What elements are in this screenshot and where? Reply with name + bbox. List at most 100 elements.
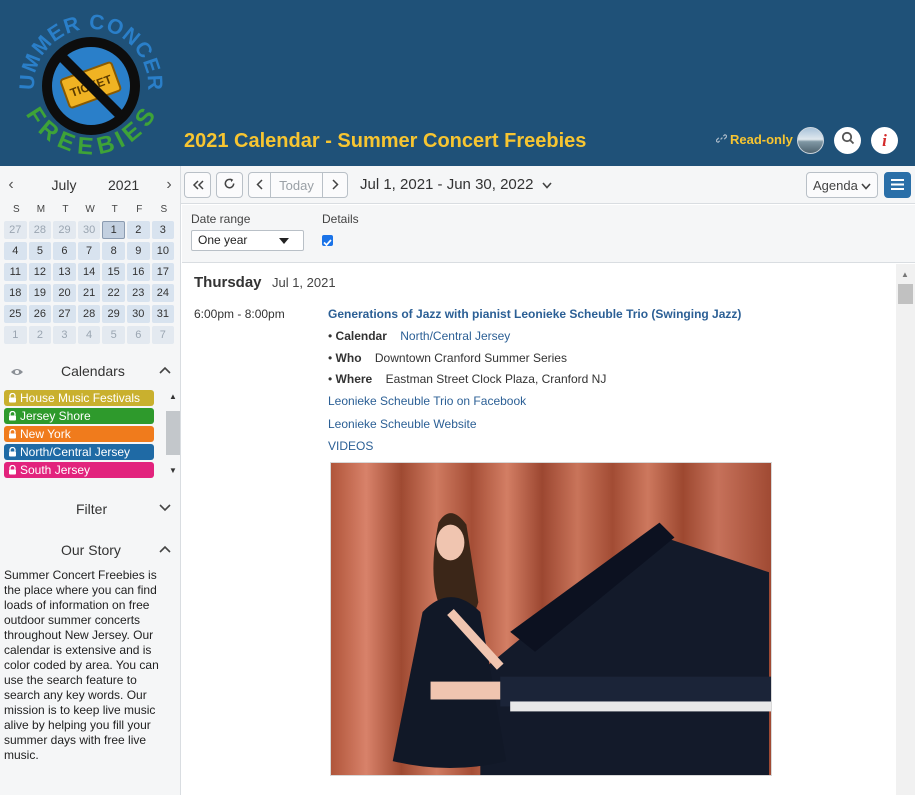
mini-calendar-day[interactable]: 9 (126, 242, 150, 260)
mini-calendar-day[interactable]: 17 (151, 263, 175, 281)
scroll-up-icon[interactable]: ▲ (169, 392, 177, 401)
date-range-dropdown[interactable]: Jul 1, 2021 - Jun 30, 2022 (360, 176, 552, 193)
agenda-day-date: Jul 1, 2021 (271, 275, 336, 290)
our-story-title: Our Story (61, 542, 121, 558)
mini-calendar-day[interactable]: 4 (4, 242, 27, 260)
mini-calendar-year[interactable]: 2021 (108, 177, 139, 193)
calendars-section-header[interactable]: Calendars (0, 360, 181, 384)
mini-calendar-day[interactable]: 12 (28, 263, 52, 281)
calendar-item[interactable]: New York (4, 426, 154, 442)
mini-calendar-day[interactable]: 30 (77, 221, 101, 239)
mini-calendar-day[interactable]: 6 (126, 326, 150, 344)
weekday-label: T (111, 204, 118, 215)
info-button[interactable]: i (871, 127, 898, 154)
weekday-header: SMTWTFS (4, 204, 176, 218)
chevron-up-icon[interactable] (159, 362, 171, 377)
mini-calendar-day[interactable]: 21 (77, 284, 101, 302)
calendar-item[interactable]: House Music Festivals (4, 390, 154, 406)
mini-calendar-day[interactable]: 28 (77, 305, 101, 323)
prev-range-button[interactable] (248, 172, 271, 198)
date-range-select[interactable]: One year (191, 230, 304, 251)
mini-calendar-day[interactable]: 3 (53, 326, 76, 344)
mini-calendar-day[interactable]: 14 (77, 263, 101, 281)
event-calendar-value[interactable]: North/Central Jersey (400, 329, 510, 343)
mini-calendar-day[interactable]: 15 (102, 263, 125, 281)
next-month-button[interactable]: › (160, 174, 178, 196)
mini-calendar-day[interactable]: 7 (77, 242, 101, 260)
today-button[interactable]: Today (270, 172, 323, 198)
website-link[interactable]: Leonieke Scheuble Website (328, 417, 477, 431)
avatar[interactable] (797, 127, 824, 154)
mini-calendar-day[interactable]: 27 (4, 221, 27, 239)
mini-calendar-day[interactable]: 2 (126, 221, 150, 239)
calendar-item[interactable]: South Jersey (4, 462, 154, 478)
mini-calendar-day[interactable]: 31 (151, 305, 175, 323)
mini-calendar-day[interactable]: 4 (77, 326, 101, 344)
mini-calendar-day[interactable]: 26 (28, 305, 52, 323)
mini-calendar-day[interactable]: 5 (28, 242, 52, 260)
mini-calendar-day[interactable]: 13 (53, 263, 76, 281)
date-range-text: Jul 1, 2021 - Jun 30, 2022 (360, 176, 534, 193)
scrollbar-thumb[interactable] (166, 411, 180, 455)
videos-link[interactable]: VIDEOS (328, 439, 373, 453)
view-selector[interactable]: Agenda (806, 172, 878, 198)
mini-calendar-day[interactable]: 27 (53, 305, 76, 323)
date-range-select-value: One year (198, 233, 248, 247)
caret-down-icon (279, 238, 289, 244)
event-where-value: Eastman Street Clock Plaza, Cranford NJ (385, 372, 607, 386)
agenda-day-header: Thursday Jul 1, 2021 (194, 274, 336, 292)
next-range-button[interactable] (322, 172, 348, 198)
mini-calendar-day[interactable]: 1 (102, 221, 125, 239)
mini-calendar-day[interactable]: 23 (126, 284, 150, 302)
mini-calendar-day[interactable]: 6 (53, 242, 76, 260)
agenda-scrollbar[interactable]: ▲ (896, 264, 915, 795)
mini-calendar-day[interactable]: 30 (126, 305, 150, 323)
agenda-options: Date range One year Details (182, 205, 915, 263)
mini-calendar-day[interactable]: 29 (53, 221, 76, 239)
mini-calendar-day[interactable]: 8 (102, 242, 125, 260)
back-double-button[interactable] (184, 172, 211, 198)
eye-icon[interactable] (10, 364, 24, 382)
mini-calendar-day[interactable]: 28 (28, 221, 52, 239)
facebook-link[interactable]: Leonieke Scheuble Trio on Facebook (328, 394, 526, 408)
view-selector-label: Agenda (813, 177, 858, 193)
mini-calendar-day[interactable]: 2 (28, 326, 52, 344)
scroll-up-icon[interactable]: ▲ (901, 270, 909, 279)
menu-button[interactable] (884, 172, 911, 198)
refresh-icon (223, 177, 236, 193)
mini-calendar-day[interactable]: 7 (151, 326, 175, 344)
mini-calendar-day[interactable]: 10 (151, 242, 175, 260)
mini-calendar-day[interactable]: 5 (102, 326, 125, 344)
details-checkbox[interactable] (322, 235, 333, 247)
event-title[interactable]: Generations of Jazz with pianist Leoniek… (328, 307, 741, 321)
mini-calendar-day[interactable]: 11 (4, 263, 27, 281)
mini-calendar-day[interactable]: 18 (4, 284, 27, 302)
calendar-item[interactable]: Jersey Shore (4, 408, 154, 424)
scrollbar-thumb[interactable] (898, 284, 913, 304)
prev-month-button[interactable]: ‹ (2, 174, 20, 196)
mini-calendar-day[interactable]: 25 (4, 305, 27, 323)
mini-calendar-month[interactable]: July (40, 177, 88, 193)
calendar-list-scrollbar[interactable]: ▲ ▼ (166, 390, 180, 478)
our-story-section-header[interactable]: Our Story (0, 539, 181, 563)
weekday-label: S (12, 204, 20, 215)
chevron-down-icon[interactable] (159, 500, 171, 515)
calendar-item[interactable]: North/Central Jersey (4, 444, 154, 460)
mini-calendar-day[interactable]: 1 (4, 326, 27, 344)
refresh-button[interactable] (216, 172, 243, 198)
chevron-up-icon[interactable] (159, 541, 171, 556)
chevron-down-icon (542, 176, 552, 193)
weekday-label: S (160, 204, 168, 215)
mini-calendar-day[interactable]: 3 (151, 221, 175, 239)
mini-calendar-day[interactable]: 19 (28, 284, 52, 302)
search-button[interactable] (834, 127, 861, 154)
scroll-down-icon[interactable]: ▼ (169, 466, 177, 475)
link-icon (715, 132, 728, 147)
agenda-day-name: Thursday (194, 274, 262, 291)
mini-calendar-day[interactable]: 22 (102, 284, 125, 302)
mini-calendar-day[interactable]: 24 (151, 284, 175, 302)
mini-calendar-day[interactable]: 29 (102, 305, 125, 323)
mini-calendar-day[interactable]: 16 (126, 263, 150, 281)
filter-section-header[interactable]: Filter (0, 498, 181, 522)
mini-calendar-day[interactable]: 20 (53, 284, 76, 302)
